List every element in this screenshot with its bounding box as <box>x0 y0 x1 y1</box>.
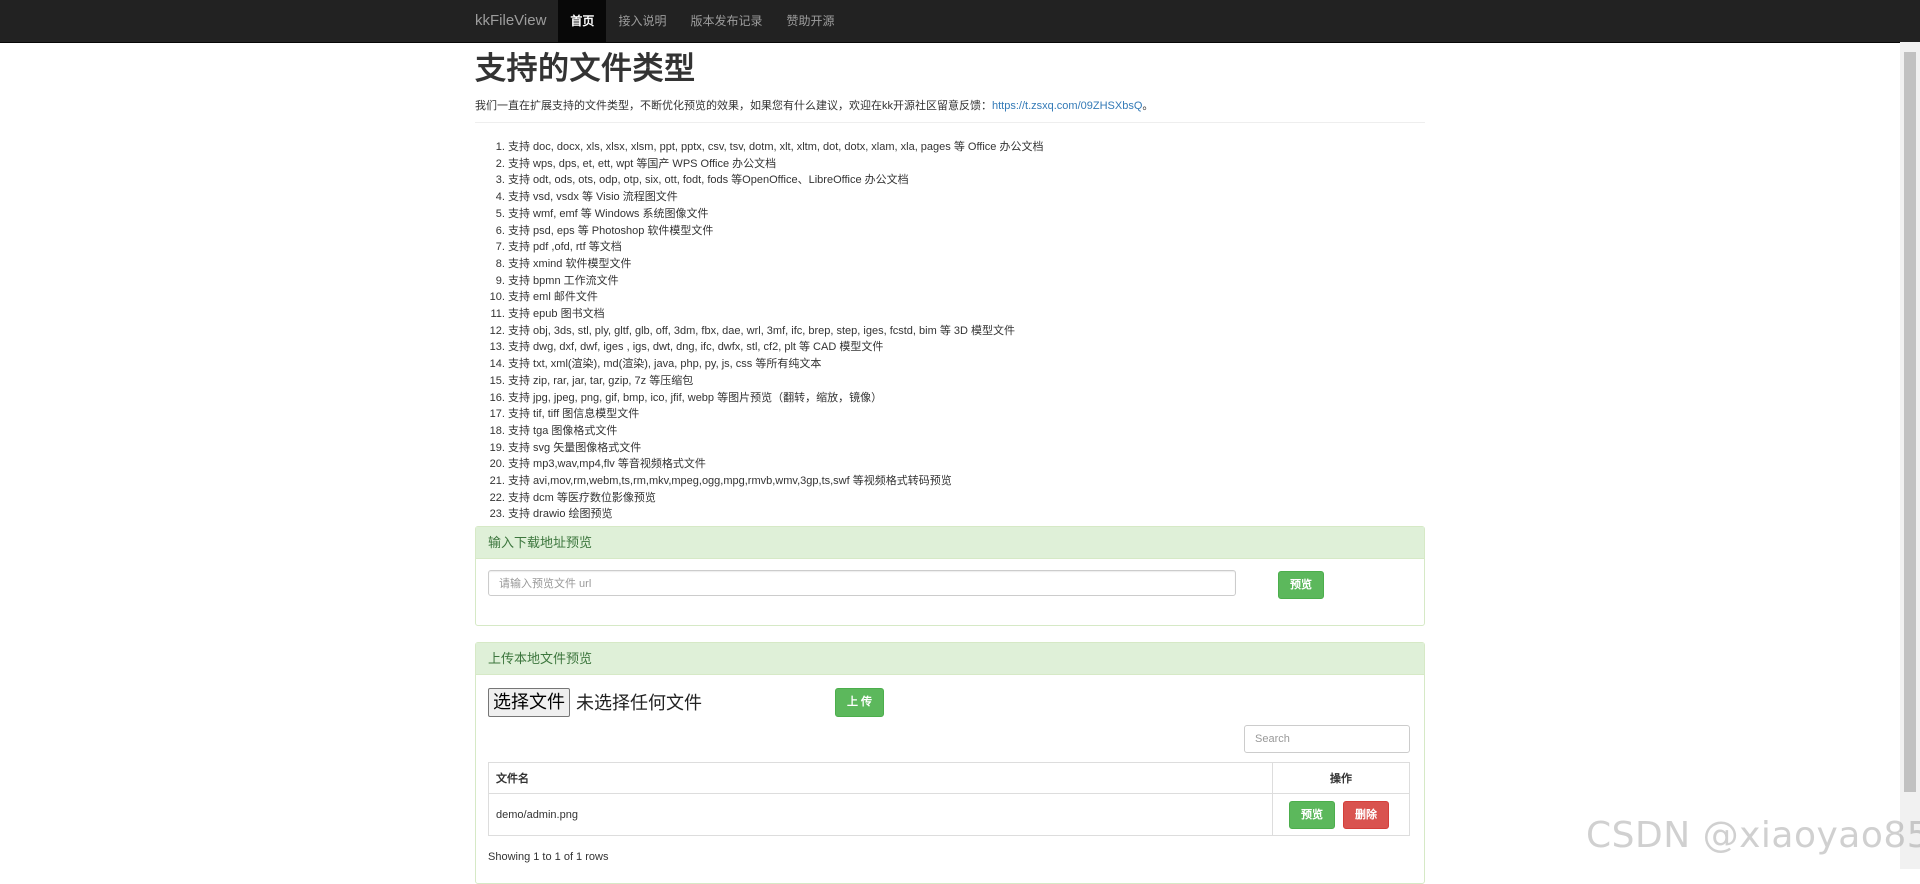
file-type-item: 支持 doc, docx, xls, xlsx, xlsm, ppt, pptx… <box>508 139 1425 156</box>
file-type-item: 支持 mp3,wav,mp4,flv 等音视频格式文件 <box>508 456 1425 473</box>
url-preview-panel: 输入下载地址预览 请输入预览文件 url 预览 <box>475 526 1425 626</box>
file-type-item: 支持 jpg, jpeg, png, gif, bmp, ico, jfif, … <box>508 390 1425 407</box>
file-type-item: 支持 drawio 绘图预览 <box>508 506 1425 523</box>
file-type-item: 支持 svg 矢量图像格式文件 <box>508 440 1425 457</box>
file-type-list: 支持 doc, docx, xls, xlsx, xlsm, ppt, pptx… <box>475 139 1425 523</box>
file-type-item: 支持 txt, xml(渲染), md(渲染), java, php, py, … <box>508 356 1425 373</box>
file-type-item: 支持 odt, ods, ots, odp, otp, six, ott, fo… <box>508 172 1425 189</box>
file-type-item: 支持 psd, eps 等 Photoshop 软件模型文件 <box>508 223 1425 240</box>
intro-paragraph: 我们一直在扩展支持的文件类型，不断优化预览的效果，如果您有什么建议，欢迎在kk开… <box>475 98 1425 114</box>
main-container: 支持的文件类型 我们一直在扩展支持的文件类型，不断优化预览的效果，如果您有什么建… <box>475 42 1425 884</box>
nav-item-integration-guide[interactable]: 接入说明 <box>606 0 678 42</box>
intro-end: 。 <box>1142 100 1154 112</box>
intro-text: 我们一直在扩展支持的文件类型，不断优化预览的效果，如果您有什么建议，欢迎在kk开… <box>475 100 992 112</box>
scrollbar-thumb[interactable] <box>1904 52 1916 792</box>
file-type-item: 支持 tif, tiff 图信息模型文件 <box>508 406 1425 423</box>
column-header-filename[interactable]: 文件名 <box>488 762 1273 794</box>
upload-preview-panel: 上传本地文件预览 选择文件 未选择任何文件 上 传 Search 文件名 操作 … <box>475 642 1425 884</box>
file-type-item: 支持 avi,mov,rm,webm,ts,rm,mkv,mpeg,ogg,mp… <box>508 473 1425 490</box>
table-row: demo/admin.png 预览 删除 <box>488 793 1410 836</box>
file-type-item: 支持 obj, 3ds, stl, ply, gltf, glb, off, 3… <box>508 323 1425 340</box>
file-type-item: 支持 epub 图书文档 <box>508 306 1425 323</box>
table-header-row: 文件名 操作 <box>488 762 1410 794</box>
row-delete-button[interactable]: 删除 <box>1343 801 1389 829</box>
no-file-chosen-text: 未选择任何文件 <box>576 693 702 713</box>
url-panel-heading: 输入下载地址预览 <box>476 527 1424 559</box>
nav-item-sponsor[interactable]: 赞助开源 <box>774 0 846 42</box>
nav-item-home[interactable]: 首页 <box>558 0 607 42</box>
column-header-actions: 操作 <box>1272 762 1410 794</box>
vertical-scrollbar[interactable] <box>1900 42 1920 869</box>
filename-cell: demo/admin.png <box>488 793 1273 836</box>
brand-link[interactable]: kkFileView <box>463 0 558 42</box>
top-navbar: kkFileView 首页 接入说明 版本发布记录 赞助开源 <box>0 0 1920 43</box>
community-link[interactable]: https://t.zsxq.com/09ZHSXbsQ <box>992 100 1142 112</box>
preview-url-input[interactable]: 请输入预览文件 url <box>488 570 1236 596</box>
file-chooser: 选择文件 未选择任何文件 <box>488 687 702 717</box>
file-type-item: 支持 pdf ,ofd, rtf 等文档 <box>508 239 1425 256</box>
uploaded-files-table: 文件名 操作 demo/admin.png 预览 删除 <box>488 762 1410 836</box>
file-type-item: 支持 wmf, emf 等 Windows 系统图像文件 <box>508 206 1425 223</box>
page-title: 支持的文件类型 <box>475 51 696 86</box>
file-type-item: 支持 bpmn 工作流文件 <box>508 273 1425 290</box>
divider <box>475 122 1425 123</box>
upload-panel-heading: 上传本地文件预览 <box>476 643 1424 675</box>
choose-file-button[interactable]: 选择文件 <box>488 687 570 717</box>
file-type-item: 支持 dcm 等医疗数位影像预览 <box>508 490 1425 507</box>
preview-url-button[interactable]: 预览 <box>1278 571 1324 599</box>
upload-button[interactable]: 上 传 <box>835 688 884 717</box>
navbar-items: kkFileView 首页 接入说明 版本发布记录 赞助开源 <box>463 0 846 42</box>
file-type-item: 支持 xmind 软件模型文件 <box>508 256 1425 273</box>
watermark: CSDN @xiaoyao857 <box>1586 815 1920 856</box>
file-type-item: 支持 vsd, vsdx 等 Visio 流程图文件 <box>508 189 1425 206</box>
actions-cell: 预览 删除 <box>1272 793 1410 836</box>
file-type-item: 支持 zip, rar, jar, tar, gzip, 7z 等压缩包 <box>508 373 1425 390</box>
file-type-item: 支持 wps, dps, et, ett, wpt 等国产 WPS Office… <box>508 156 1425 173</box>
file-type-item: 支持 tga 图像格式文件 <box>508 423 1425 440</box>
pagination-info: Showing 1 to 1 of 1 rows <box>488 851 609 863</box>
file-type-item: 支持 dwg, dxf, dwf, iges , igs, dwt, dng, … <box>508 339 1425 356</box>
row-preview-button[interactable]: 预览 <box>1289 801 1335 829</box>
table-search-input[interactable]: Search <box>1244 725 1410 753</box>
nav-item-release-notes[interactable]: 版本发布记录 <box>678 0 774 42</box>
file-type-item: 支持 eml 邮件文件 <box>508 289 1425 306</box>
